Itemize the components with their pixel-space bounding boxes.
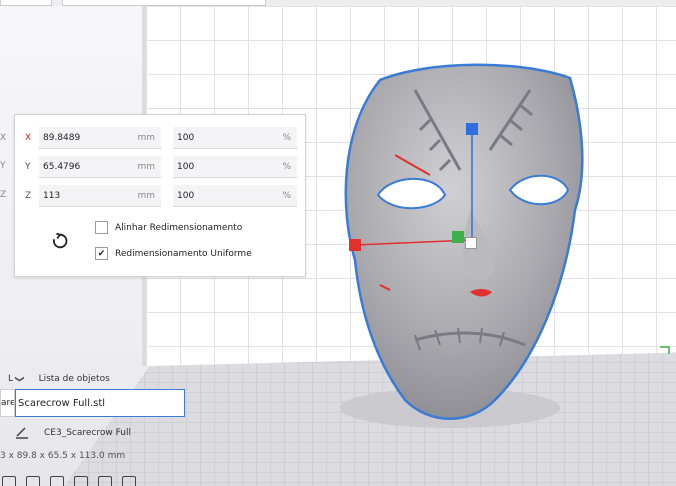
snap-scaling-label: Alinhar Redimensionamento <box>115 222 243 233</box>
x-percent-unit: % <box>282 132 291 143</box>
axis-label-z: Z <box>25 191 32 201</box>
name-prefix-field[interactable]: are <box>0 389 15 417</box>
scale-tool-panel: X 89.8489 mm 100 % Y 65.4796 mm 100 % Z … <box>14 114 306 277</box>
snap-scaling-option[interactable]: Alinhar Redimensionamento <box>95 221 242 234</box>
y-percent-value: 100 <box>177 161 195 172</box>
object-name-value: Scarecrow Full.stl <box>18 397 106 409</box>
edge-label-y: Y <box>0 161 6 171</box>
x-mm-value: 89.8489 <box>43 132 81 143</box>
z-percent-value: 100 <box>177 190 195 201</box>
z-percent-input[interactable]: 100 % <box>173 185 297 207</box>
edge-label-z: Z <box>0 190 7 200</box>
object-list-collapse-prefix: L <box>8 374 14 384</box>
y-percent-unit: % <box>282 161 291 172</box>
x-percent-value: 100 <box>177 132 195 143</box>
x-mm-unit: mm <box>137 132 155 143</box>
y-percent-input[interactable]: 100 % <box>173 156 297 178</box>
gizmo-center-handle[interactable] <box>465 237 477 249</box>
axis-row-x: X 89.8489 mm 100 % <box>25 127 297 149</box>
axis-label-x: X <box>25 133 32 143</box>
view-front-icon[interactable] <box>26 476 40 486</box>
axis-row-y: Y 65.4796 mm 100 % <box>25 156 297 178</box>
x-percent-input[interactable]: 100 % <box>173 127 297 149</box>
uniform-scaling-option[interactable]: ✔ Redimensionamento Uniforme <box>95 247 252 260</box>
reset-icon[interactable] <box>51 232 69 250</box>
z-mm-unit: mm <box>137 190 155 201</box>
y-mm-value: 65.4796 <box>43 161 81 172</box>
view-left-icon[interactable] <box>74 476 88 486</box>
y-mm-input[interactable]: 65.4796 mm <box>39 156 161 178</box>
build-volume-corner-marker <box>660 346 670 354</box>
chevron-down-icon[interactable]: ❯ <box>14 375 24 383</box>
z-mm-input[interactable]: 113 mm <box>39 185 161 207</box>
axis-row-z: Z 113 mm 100 % <box>25 185 297 207</box>
object-dimensions: 3 x 89.8 x 65.5 x 113.0 mm <box>0 451 126 461</box>
name-prefix-text: are <box>1 398 15 408</box>
object-name-input[interactable]: Scarecrow Full.stl <box>15 389 185 417</box>
x-mm-input[interactable]: 89.8489 mm <box>39 127 161 149</box>
pencil-icon[interactable] <box>14 427 30 439</box>
list-item-label: CE3_Scarecrow Full <box>44 428 131 438</box>
y-mm-unit: mm <box>137 161 155 172</box>
view-extra-icon[interactable] <box>122 476 136 486</box>
snap-scaling-checkbox[interactable] <box>95 221 108 234</box>
object-list-header[interactable]: L ❯ Lista de objetos <box>0 371 110 387</box>
list-item[interactable]: CE3_Scarecrow Full <box>14 427 131 439</box>
object-list-title: Lista de objetos <box>38 374 110 384</box>
uniform-scaling-label: Redimensionamento Uniforme <box>115 248 252 259</box>
view-toolbar <box>0 476 136 486</box>
z-percent-unit: % <box>282 190 291 201</box>
view-top-icon[interactable] <box>50 476 64 486</box>
view-right-icon[interactable] <box>98 476 112 486</box>
view-3d-icon[interactable] <box>2 476 16 486</box>
z-mm-value: 113 <box>43 190 61 201</box>
gizmo-x-handle[interactable] <box>349 239 361 251</box>
uniform-scaling-checkbox[interactable]: ✔ <box>95 247 108 260</box>
left-edge-labels: X Y Z <box>0 114 14 277</box>
edge-label-x: X <box>0 133 7 143</box>
gizmo-z-handle[interactable] <box>466 123 478 135</box>
top-tab-left[interactable] <box>0 0 52 6</box>
axis-label-y: Y <box>25 162 31 172</box>
gizmo-y-handle[interactable] <box>452 231 464 243</box>
